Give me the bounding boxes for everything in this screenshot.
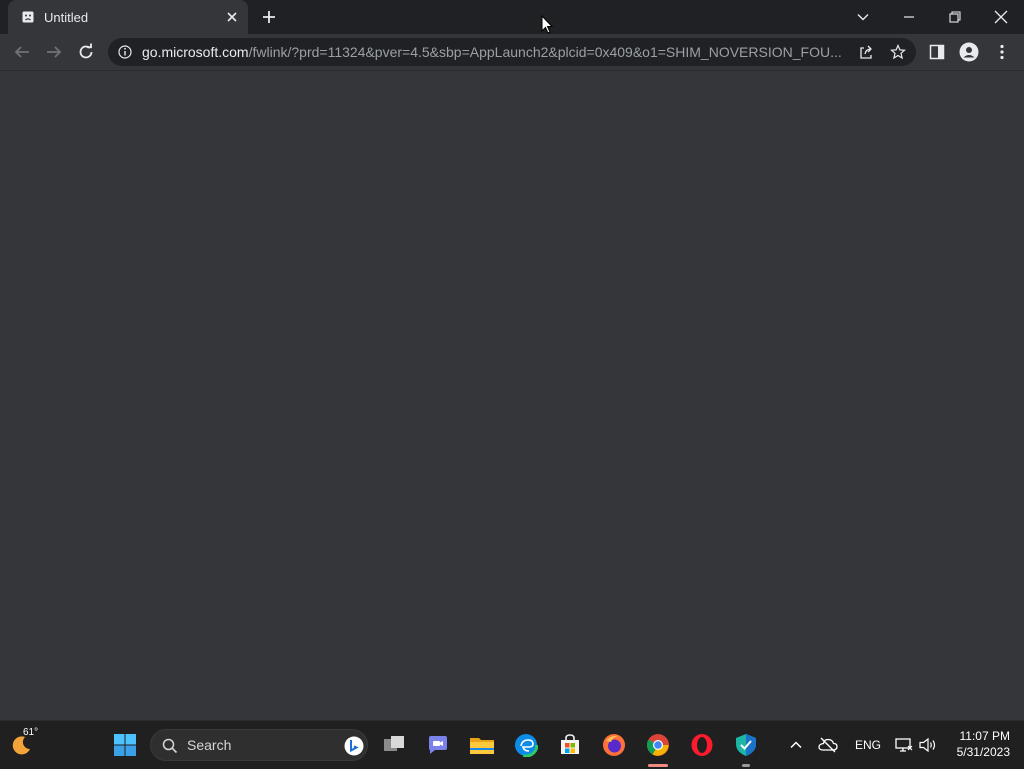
volume-icon: [919, 737, 936, 753]
edge-icon: [514, 733, 538, 757]
search-icon: [162, 738, 178, 754]
forward-button[interactable]: [44, 42, 64, 62]
taskbar-clock[interactable]: 11:07 PM 5/31/2023: [957, 728, 1010, 760]
page-content: [0, 71, 1024, 720]
security-running-indicator: [742, 764, 750, 767]
chevron-up-icon: [790, 741, 802, 749]
chevron-down-icon: [857, 14, 869, 21]
info-icon[interactable]: [118, 45, 132, 59]
store-icon: [561, 734, 579, 754]
share-icon[interactable]: [858, 44, 874, 60]
network-icon: [895, 738, 913, 752]
close-tab-icon[interactable]: [225, 10, 239, 24]
task-view-icon: [384, 736, 404, 751]
edge-button[interactable]: [512, 731, 540, 759]
onedrive-button[interactable]: [816, 731, 840, 759]
profile-icon: [959, 42, 979, 62]
browser-titlebar: Untitled: [0, 0, 1024, 34]
weather-temperature: 61°: [23, 727, 39, 738]
search-label: Search: [187, 737, 232, 753]
tab-search-button[interactable]: [840, 0, 886, 34]
clock-date: 5/31/2023: [956, 745, 1010, 759]
folder-icon: [470, 738, 494, 754]
taskbar-search[interactable]: Search: [150, 729, 368, 761]
minimize-button[interactable]: [886, 0, 932, 34]
bookmark-star-icon[interactable]: [890, 44, 906, 60]
profile-button[interactable]: [959, 42, 979, 62]
url-path: /fwlink/?prd=11324&pver=4.5&sbp=AppLaunc…: [248, 44, 842, 60]
reload-button[interactable]: [76, 42, 96, 62]
chat-icon: [429, 736, 447, 754]
chrome-button[interactable]: [644, 731, 672, 759]
teams-chat-button[interactable]: [424, 731, 452, 759]
address-bar[interactable]: go.microsoft.com/fwlink/?prd=11324&pver=…: [108, 38, 916, 66]
show-hidden-icons-button[interactable]: [784, 731, 808, 759]
taskbar: 61° Search ENG 11:07 PM 5/31/2023: [0, 720, 1024, 769]
side-panel-button[interactable]: [927, 42, 947, 62]
network-button[interactable]: [892, 731, 916, 759]
firefox-icon: [603, 734, 625, 756]
start-button[interactable]: [111, 731, 139, 759]
sad-page-icon: [22, 11, 34, 23]
tab-untitled[interactable]: Untitled: [8, 0, 248, 34]
new-tab-icon[interactable]: [261, 9, 277, 25]
arrow-left-icon: [14, 46, 29, 58]
language-indicator[interactable]: ENG: [855, 738, 881, 752]
restore-icon: [949, 11, 961, 23]
minimize-icon: [904, 16, 914, 18]
close-icon: [994, 10, 1008, 24]
more-vertical-icon: [1000, 44, 1004, 60]
close-window-button[interactable]: [978, 0, 1024, 34]
microsoft-store-button[interactable]: [556, 731, 584, 759]
file-explorer-button[interactable]: [468, 731, 496, 759]
shield-icon: [736, 734, 756, 756]
security-app-button[interactable]: [732, 731, 760, 759]
browser-toolbar: go.microsoft.com/fwlink/?prd=11324&pver=…: [0, 34, 1024, 71]
back-button[interactable]: [12, 42, 32, 62]
firefox-button[interactable]: [600, 731, 628, 759]
side-panel-icon: [929, 44, 945, 60]
url-text[interactable]: go.microsoft.com/fwlink/?prd=11324&pver=…: [142, 44, 850, 60]
opera-icon: [691, 734, 713, 756]
task-view-button[interactable]: [380, 731, 408, 759]
mouse-cursor-icon: [541, 15, 553, 34]
volume-button[interactable]: [916, 731, 940, 759]
bing-icon[interactable]: [344, 736, 364, 756]
menu-button[interactable]: [992, 42, 1012, 62]
opera-button[interactable]: [688, 731, 716, 759]
reload-icon: [79, 43, 93, 59]
clock-time: 11:07 PM: [959, 729, 1010, 743]
cloud-off-icon: [818, 737, 838, 753]
arrow-right-icon: [47, 46, 62, 58]
chrome-active-indicator: [648, 764, 668, 767]
chrome-icon: [647, 734, 669, 756]
restore-button[interactable]: [932, 0, 978, 34]
url-host: go.microsoft.com: [142, 44, 249, 60]
tab-title: Untitled: [44, 10, 89, 25]
windows-logo-icon: [114, 734, 136, 756]
